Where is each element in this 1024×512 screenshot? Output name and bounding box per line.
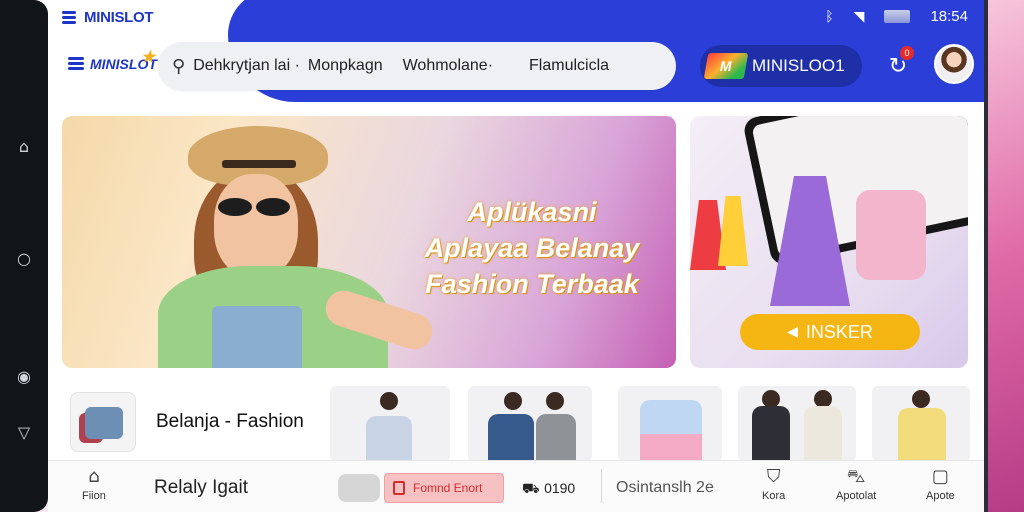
menu-icon bbox=[62, 9, 76, 26]
promo-button[interactable]: ◀ INSKER bbox=[740, 314, 920, 350]
product-thumbnail[interactable] bbox=[468, 386, 592, 462]
banner-model-image bbox=[102, 126, 437, 368]
banner-line: Aplayaa Belanay bbox=[424, 233, 640, 263]
device-bezel-right bbox=[984, 0, 1024, 512]
bag-icon: ▢ bbox=[931, 466, 949, 487]
promo-card[interactable]: ◀ INSKER bbox=[690, 116, 968, 368]
divider bbox=[601, 469, 602, 503]
truck-icon: ⛟ bbox=[522, 481, 545, 497]
product-thumbnail[interactable] bbox=[738, 386, 856, 462]
bag-icon bbox=[70, 392, 136, 452]
nav-item-apotolat[interactable]: ⛍ Apotolat bbox=[836, 466, 877, 503]
banner-line: Fashion Terbaak bbox=[425, 269, 639, 299]
home-icon[interactable]: ⌂ bbox=[14, 136, 34, 156]
brand-pill-label: MINISLOO1 bbox=[752, 56, 845, 75]
nav-label: Kora bbox=[762, 490, 786, 502]
status-brand-label: MINISLOT bbox=[84, 9, 154, 26]
red-action-button[interactable]: Fomnd Enort bbox=[384, 473, 504, 503]
category-label: Belanja - Fashion bbox=[156, 411, 304, 432]
shipping-count[interactable]: ⛟ 0190 bbox=[522, 480, 575, 499]
nav-text-left: Relaly Igait bbox=[154, 477, 248, 498]
nav-text-right: Osintanslh 2e bbox=[616, 479, 714, 496]
dress-image bbox=[718, 196, 748, 266]
notification-badge: 0 bbox=[900, 46, 914, 60]
avatar[interactable] bbox=[934, 44, 974, 84]
battery-icon bbox=[884, 10, 911, 23]
phone-image bbox=[742, 116, 968, 267]
search-tag[interactable]: Monpkagn bbox=[308, 57, 383, 75]
search-input[interactable]: ⚲ Dehkrytjan lai · Monpkagn Wohmolane· F… bbox=[158, 42, 676, 90]
circle-icon[interactable]: ○ bbox=[14, 248, 34, 268]
nav-item-apote[interactable]: ▢ Apote bbox=[926, 466, 955, 503]
camera-icon: ◉ bbox=[17, 366, 31, 386]
banner-line: Aplükasni bbox=[467, 197, 597, 227]
chat-icon: ◀ bbox=[787, 324, 798, 340]
search-tag[interactable]: Wohmolane· bbox=[403, 57, 493, 75]
device-bezel-left: ⌂ ○ ◉ ▽ bbox=[0, 0, 48, 512]
product-thumbnail[interactable] bbox=[618, 386, 722, 462]
tag-icon bbox=[393, 481, 405, 495]
brand-pill-button[interactable]: M MINISLOO1 bbox=[700, 45, 862, 87]
bottom-nav: ⌂ Fiion Relaly Igait Fomnd Enort ⛟ 0190 … bbox=[48, 460, 984, 512]
toggle[interactable] bbox=[338, 474, 380, 502]
gift-icon: M bbox=[703, 53, 749, 79]
search-icon: ⚲ bbox=[172, 55, 186, 77]
nav-label: Apotolat bbox=[836, 490, 877, 502]
app-screen: MINISLOT ᛒ ◥ 18:54 MINISLOT ★ ⚲ Dehkrytj… bbox=[48, 0, 984, 512]
shipping-count-label: 0190 bbox=[544, 480, 576, 496]
product-thumbnail[interactable] bbox=[872, 386, 970, 462]
banner-headline: Aplükasni Aplayaa Belanay Fashion Terbaa… bbox=[402, 194, 662, 302]
app-bar: MINISLOT ★ ⚲ Dehkrytjan lai · Monpkagn W… bbox=[48, 40, 984, 96]
hamburger-menu-icon[interactable] bbox=[68, 55, 84, 72]
status-time: 18:54 bbox=[930, 8, 968, 25]
blouse-image bbox=[856, 190, 926, 280]
nav-item-home[interactable]: ⌂ Fiion bbox=[82, 466, 106, 503]
wifi-icon: ◥ bbox=[853, 8, 865, 25]
category-item[interactable]: Belanja - Fashion bbox=[70, 386, 350, 458]
cart-icon: ⛍ bbox=[846, 466, 866, 487]
product-thumbnail[interactable] bbox=[330, 386, 450, 462]
shirt-icon: ⛉ bbox=[766, 466, 781, 487]
nav-label: Fiion bbox=[82, 490, 106, 502]
nav-label: Apote bbox=[926, 490, 955, 502]
back-icon[interactable]: ▽ bbox=[14, 422, 34, 442]
promo-button-label: INSKER bbox=[805, 321, 873, 342]
star-icon: ★ bbox=[140, 48, 156, 66]
nav-item-kora[interactable]: ⛉ Kora bbox=[762, 466, 786, 503]
status-brand: MINISLOT bbox=[62, 9, 154, 26]
status-icons: ᛒ ◥ 18:54 bbox=[825, 8, 968, 25]
search-tag[interactable]: Flamulcicla bbox=[529, 57, 609, 75]
home-icon: ⌂ bbox=[88, 466, 100, 487]
category-row: Belanja - Fashion bbox=[62, 384, 984, 462]
bluetooth-icon: ᛒ bbox=[825, 8, 834, 25]
red-action-label: Fomnd Enort bbox=[413, 481, 483, 495]
hero-banner[interactable]: Aplükasni Aplayaa Belanay Fashion Terbaa… bbox=[62, 116, 676, 368]
app-logo[interactable]: MINISLOT ★ bbox=[68, 49, 157, 72]
search-tag[interactable]: Dehkrytjan lai · bbox=[193, 57, 300, 75]
status-bar: MINISLOT ᛒ ◥ 18:54 bbox=[48, 0, 984, 36]
